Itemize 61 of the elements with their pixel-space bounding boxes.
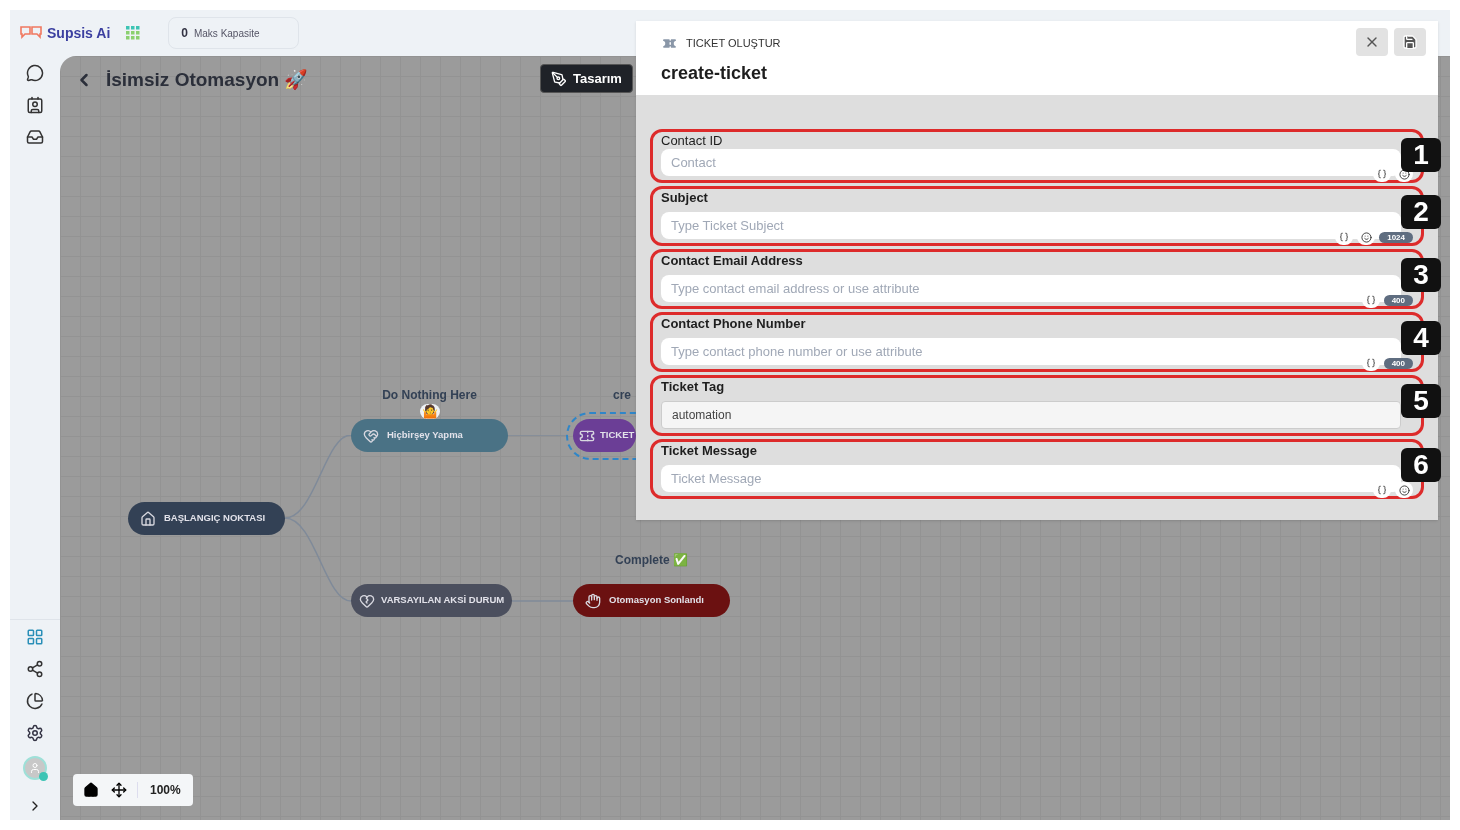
flow-node[interactable]: Hiçbirşey Yapma xyxy=(351,419,508,452)
field-label: Ticket Tag xyxy=(661,378,726,395)
number-marker: 5 xyxy=(1401,384,1441,418)
flow-node[interactable]: BAŞLANGIÇ NOKTASI xyxy=(128,502,285,535)
character-limit-badge: 1024 xyxy=(1379,231,1413,243)
number-marker: 3 xyxy=(1401,258,1441,292)
brand-name: Supsis Ai xyxy=(47,23,111,43)
smiley-icon xyxy=(1360,231,1372,243)
broken-heart-icon xyxy=(359,592,375,609)
smiley-icon xyxy=(1398,168,1410,180)
chat-icon[interactable] xyxy=(26,64,44,82)
panel-title: create-ticket xyxy=(661,62,768,85)
save-button[interactable] xyxy=(1394,28,1426,56)
pen-icon xyxy=(551,70,567,87)
braces-icon xyxy=(1365,295,1376,305)
braces-icon xyxy=(1339,232,1350,242)
smiley-icon xyxy=(1398,484,1410,496)
field-label: Contact ID xyxy=(661,132,724,149)
house-icon xyxy=(140,510,156,527)
settings-icon[interactable] xyxy=(26,724,44,742)
character-limit-badge: 400 xyxy=(1383,357,1413,369)
capacity-count: 0 xyxy=(181,25,188,42)
number-marker: 2 xyxy=(1401,195,1441,229)
capacity-label: Maks Kapasite xyxy=(193,26,260,41)
number-marker: 1 xyxy=(1401,138,1441,172)
braces-icon xyxy=(1365,358,1376,368)
design-button[interactable]: Tasarım xyxy=(540,64,633,93)
field-label: Ticket Message xyxy=(661,442,758,459)
chat-bubbles-logo-icon xyxy=(19,25,43,41)
zoom-level[interactable]: 100% xyxy=(138,781,193,799)
braces-icon xyxy=(1377,485,1387,495)
automation-title: İsimsiz Otomasyon 🚀 xyxy=(106,68,309,92)
save-icon xyxy=(1402,34,1418,50)
shrug-emoji: 🤷 xyxy=(419,404,440,419)
field-label: Subject xyxy=(661,189,709,206)
node-caption: Do Nothing Here xyxy=(382,387,477,404)
node-caption: cre xyxy=(613,387,632,404)
handshake-icon xyxy=(363,427,379,444)
tag-field[interactable]: automation xyxy=(661,401,1401,429)
text-field[interactable]: Contact xyxy=(661,149,1401,176)
dashboard-grid-icon[interactable] xyxy=(26,628,44,646)
share-nodes-icon[interactable] xyxy=(26,660,44,678)
character-limit-badge: 400 xyxy=(1383,294,1413,306)
inbox-icon[interactable] xyxy=(26,128,44,146)
move-arrows-icon[interactable] xyxy=(111,782,127,798)
user-silhouette-icon xyxy=(29,762,41,774)
flow-node[interactable]: Otomasyon Sonlandı xyxy=(573,584,730,617)
node-caption: Complete ✅ xyxy=(615,552,688,569)
hand-icon xyxy=(585,592,601,609)
field-label: Contact Phone Number xyxy=(661,315,807,332)
flow-node[interactable]: VARSAYILAN AKSİ DURUM xyxy=(351,584,513,617)
number-marker: 4 xyxy=(1401,321,1441,355)
braces-icon xyxy=(1377,169,1387,179)
text-field[interactable]: Ticket Message xyxy=(661,465,1401,492)
pie-chart-icon[interactable] xyxy=(26,692,44,710)
contact-card-icon[interactable] xyxy=(26,96,44,114)
flow-node[interactable]: TICKET xyxy=(573,419,636,452)
home-icon[interactable] xyxy=(83,782,99,798)
field-label: Contact Email Address xyxy=(661,252,804,269)
number-marker: 6 xyxy=(1401,448,1441,482)
panel-type-label: TICKET OLUŞTUR xyxy=(686,36,781,52)
